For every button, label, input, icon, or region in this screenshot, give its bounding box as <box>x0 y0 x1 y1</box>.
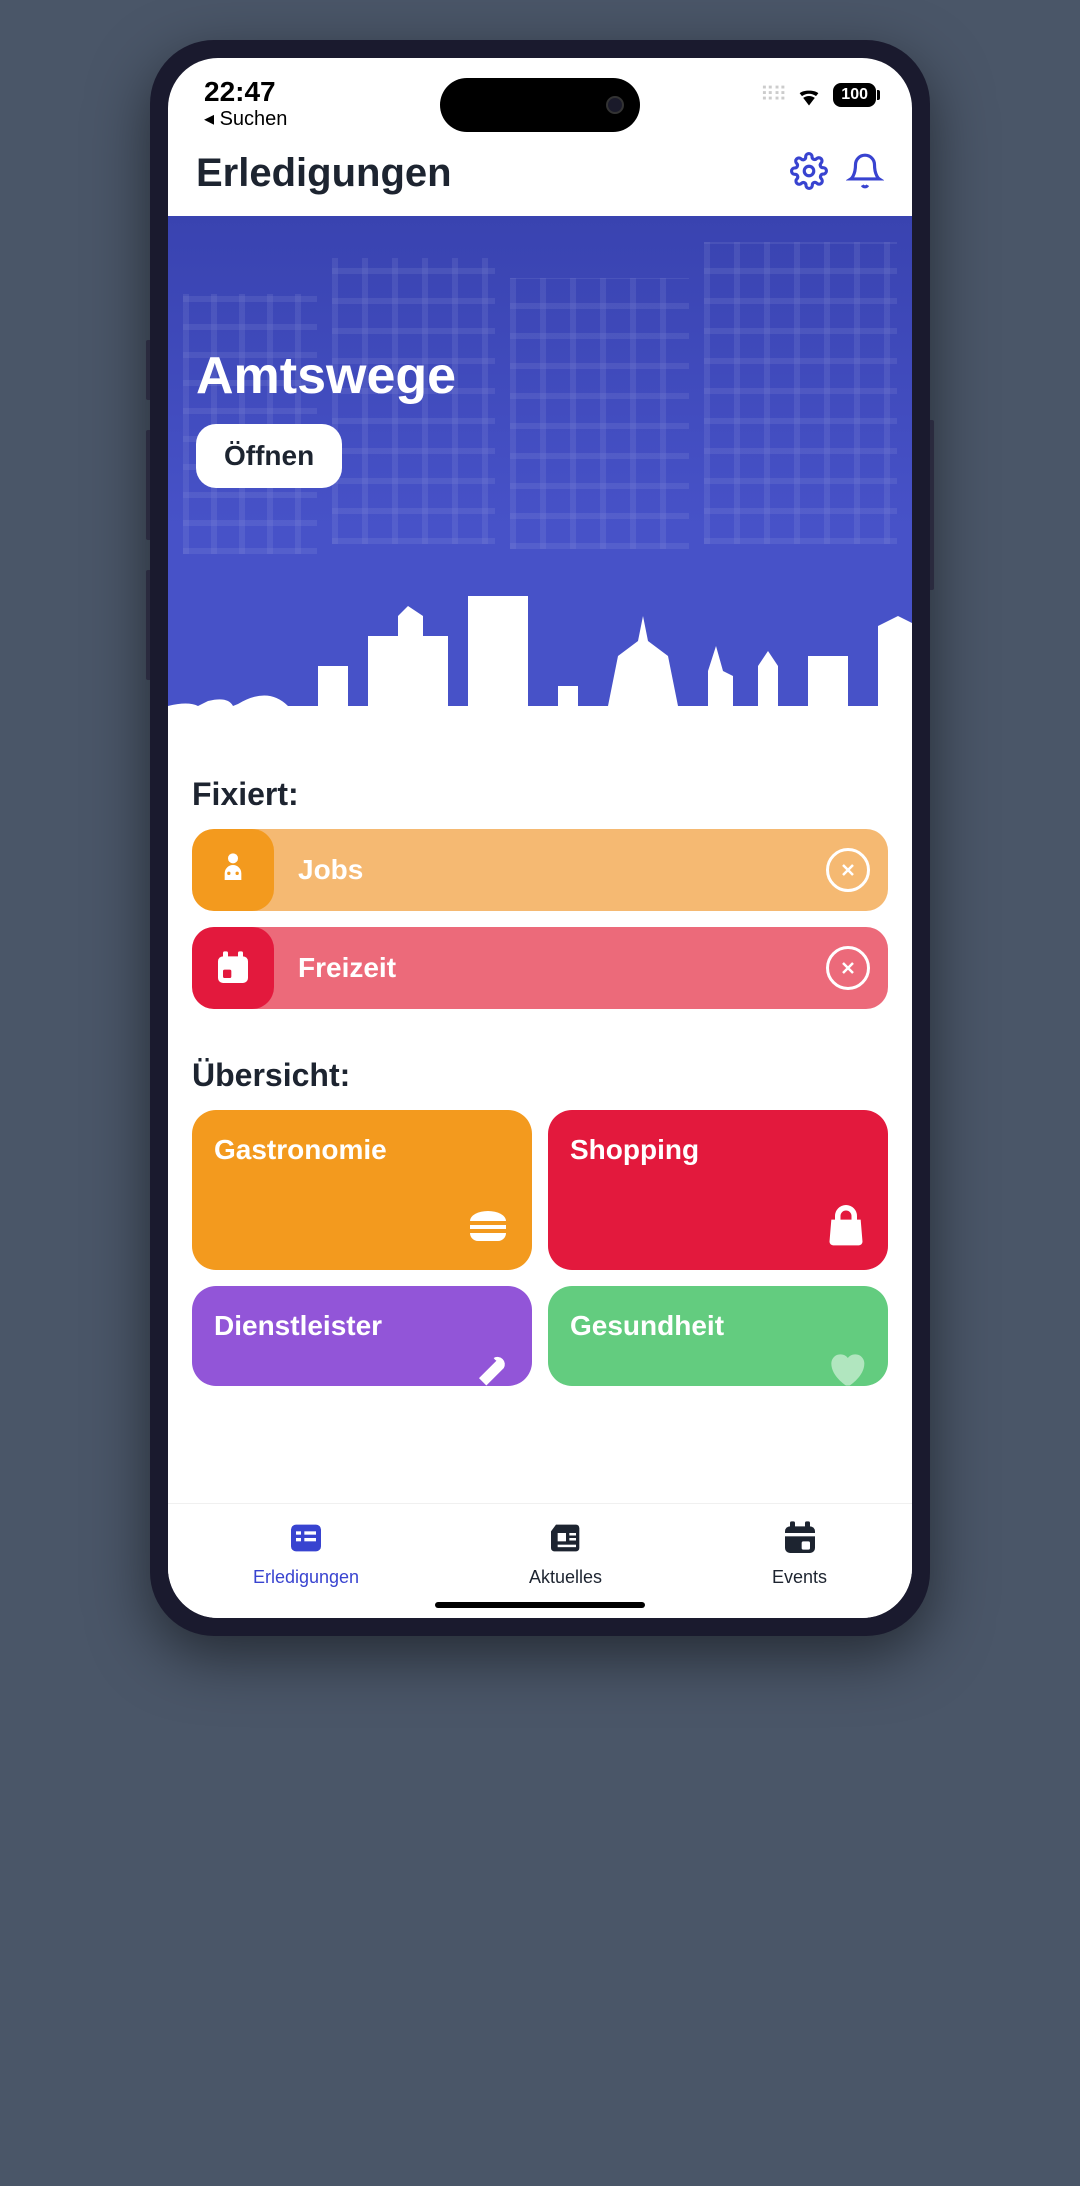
pinned-item-freizeit[interactable]: Freizeit <box>192 927 888 1009</box>
pinned-label: Jobs <box>298 854 826 886</box>
overview-card-shopping[interactable]: Shopping <box>548 1110 888 1270</box>
skyline-silhouette <box>168 536 912 736</box>
tab-label: Erledigungen <box>253 1567 359 1588</box>
overview-card-title: Dienstleister <box>214 1310 510 1342</box>
news-icon <box>546 1518 586 1563</box>
calendar-icon <box>780 1518 820 1563</box>
tab-label: Aktuelles <box>529 1567 602 1588</box>
phone-frame: 22:47 ◂ Suchen ⠿⠿ 100 Erledigungen <box>150 40 930 1636</box>
burger-icon <box>464 1201 512 1254</box>
overview-card-title: Shopping <box>570 1134 866 1166</box>
grid-indicator: ⠿⠿ <box>760 82 785 107</box>
gear-icon[interactable] <box>790 152 828 195</box>
close-icon[interactable] <box>826 946 870 990</box>
app-header: Erledigungen <box>168 135 912 216</box>
back-to-search[interactable]: ◂ Suchen <box>204 106 287 131</box>
wrench-icon <box>468 1347 512 1396</box>
tab-bar: Erledigungen Aktuelles Events <box>168 1503 912 1618</box>
hero-banner: Amtswege Öffnen <box>168 216 912 736</box>
overview-card-title: Gesundheit <box>570 1310 866 1342</box>
screen: 22:47 ◂ Suchen ⠿⠿ 100 Erledigungen <box>168 58 912 1618</box>
heart-icon <box>824 1347 868 1396</box>
dynamic-island <box>440 78 640 132</box>
tab-erledigungen[interactable]: Erledigungen <box>253 1518 359 1588</box>
status-time: 22:47 <box>204 76 276 108</box>
pinned-section-title: Fixiert: <box>192 776 888 813</box>
overview-card-gastronomie[interactable]: Gastronomie <box>192 1110 532 1270</box>
bell-icon[interactable] <box>846 152 884 195</box>
battery-indicator: 100 <box>833 83 876 107</box>
tab-label: Events <box>772 1567 827 1588</box>
home-indicator[interactable] <box>435 1602 645 1608</box>
tab-events[interactable]: Events <box>772 1518 827 1588</box>
list-icon <box>286 1518 326 1563</box>
open-button[interactable]: Öffnen <box>196 424 342 488</box>
robot-icon <box>213 850 253 890</box>
pinned-item-jobs[interactable]: Jobs <box>192 829 888 911</box>
calendar-icon <box>213 948 253 988</box>
wifi-icon <box>795 84 823 106</box>
page-title: Erledigungen <box>196 151 452 196</box>
pinned-label: Freizeit <box>298 952 826 984</box>
overview-card-gesundheit[interactable]: Gesundheit <box>548 1286 888 1386</box>
close-icon[interactable] <box>826 848 870 892</box>
overview-card-title: Gastronomie <box>214 1134 510 1166</box>
overview-card-dienstleister[interactable]: Dienstleister <box>192 1286 532 1386</box>
overview-section-title: Übersicht: <box>192 1057 888 1094</box>
hero-title: Amtswege <box>196 346 884 406</box>
bag-icon <box>824 1205 868 1254</box>
tab-aktuelles[interactable]: Aktuelles <box>529 1518 602 1588</box>
